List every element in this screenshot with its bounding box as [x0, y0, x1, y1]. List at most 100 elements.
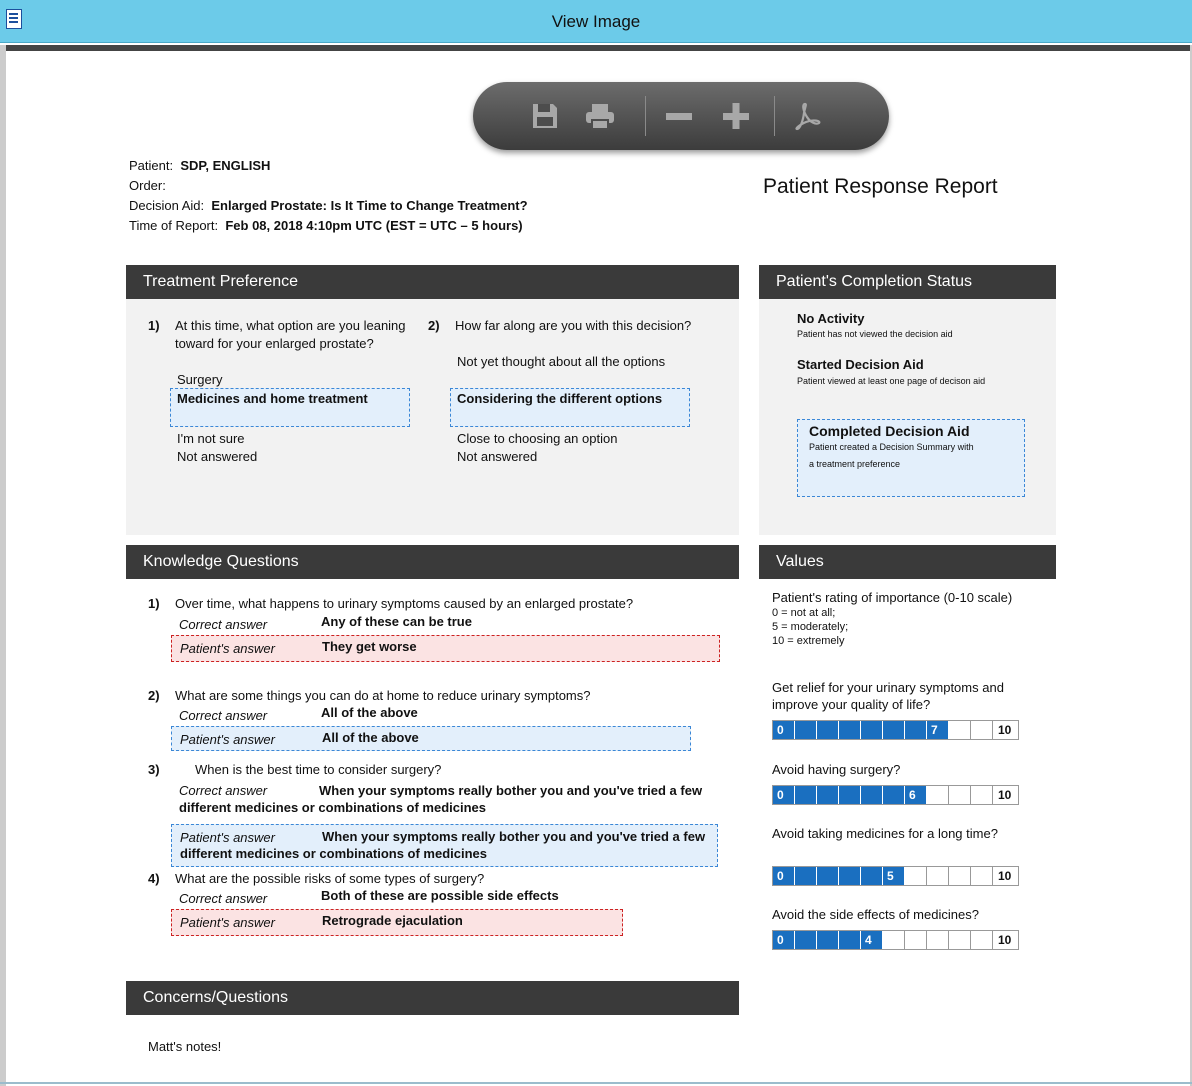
report-header: Patient: SDP, ENGLISH Order: Decision Ai… [129, 156, 528, 236]
rating-cell: 5 [883, 867, 905, 885]
question-number: 3) [148, 762, 160, 777]
status-started: Started Decision Aid Patient viewed at l… [797, 357, 1022, 390]
rating-cell [861, 786, 883, 804]
rating-cell [971, 867, 993, 885]
patient-answer-label: Patient's answer [180, 830, 275, 845]
option-not-answered: Not answered [457, 449, 538, 464]
knowledge-questions-header: Knowledge Questions [126, 545, 739, 579]
status-title: No Activity [797, 311, 865, 326]
rating-cell [949, 931, 971, 949]
save-button[interactable] [527, 99, 563, 133]
toolbar-separator [645, 96, 646, 136]
option-not-yet: Not yet thought about all the options [457, 354, 666, 369]
image-toolbar [473, 82, 889, 150]
time-label: Time of Report: [129, 218, 219, 233]
rating-cell: 4 [861, 931, 883, 949]
rating-cell [795, 721, 817, 739]
concerns-header: Concerns/Questions [126, 981, 739, 1015]
rating-cell [949, 867, 971, 885]
decision-aid-label: Decision Aid: [129, 198, 205, 213]
values-intro-text: Patient's rating of importance (0-10 sca… [772, 590, 1013, 605]
rating-cell [927, 786, 949, 804]
patient-answer-row: Patient's answer They get worse [171, 635, 720, 662]
rating-cell: 0 [773, 786, 795, 804]
correct-answer-row: Correct answer Both of these are possibl… [171, 888, 738, 909]
patient-answer-label: Patient's answer [180, 641, 275, 656]
rating-cell [927, 931, 949, 949]
treatment-preference-header: Treatment Preference [126, 265, 739, 299]
values-legend-5: 5 = moderately; [772, 621, 849, 633]
rating-cell [861, 721, 883, 739]
selected-option: Medicines and home treatment [170, 388, 410, 427]
option-not-answered: Not answered [177, 449, 258, 464]
pdf-button[interactable] [789, 99, 825, 133]
rating-cell-max: 10 [998, 723, 1012, 737]
values-header: Values [759, 545, 1056, 579]
question-text: What are some things you can do at home … [175, 688, 591, 703]
rating-cell [817, 786, 839, 804]
status-no-activity: No Activity Patient has not viewed the d… [797, 311, 1027, 343]
question-number: 2) [428, 318, 440, 333]
knowledge-question-2: 2) What are some things you can do at ho… [148, 688, 738, 751]
rating-cell [817, 721, 839, 739]
zoom-in-button[interactable] [718, 99, 754, 133]
patient-answer-label: Patient's answer [180, 732, 275, 747]
patient-label: Patient: [129, 158, 174, 173]
question-number: 2) [148, 688, 160, 703]
print-icon [586, 104, 614, 130]
correct-answer-value: Both of these are possible side effects [321, 888, 559, 903]
correct-answer-label: Correct answer [179, 708, 268, 723]
completion-status-header: Patient's Completion Status [759, 265, 1056, 299]
value-question-3: Avoid taking medicines for a long time? [772, 826, 998, 841]
correct-answer-row: Correct answer All of the above [171, 705, 738, 726]
rating-cell [949, 721, 971, 739]
question-text: How far along are you with this decision… [455, 318, 692, 333]
rating-cell [817, 867, 839, 885]
status-desc: Patient has not viewed the decision aid [797, 329, 953, 339]
rating-cell [949, 786, 971, 804]
correct-answer-label: Correct answer [179, 783, 268, 798]
selected-option: Considering the different options [450, 388, 690, 427]
window-title-bar: View Image [0, 0, 1192, 43]
patient-answer-row: Patient's answer Retrograde ejaculation [171, 909, 623, 936]
patient-answer-value: All of the above [322, 730, 419, 745]
zoom-out-button[interactable] [661, 99, 697, 133]
rating-scale: 0 6 10 [772, 785, 1019, 805]
question-number: 4) [148, 871, 160, 886]
rating-cell: 6 [905, 786, 927, 804]
correct-answer-label: Correct answer [179, 891, 268, 906]
rating-cell-max: 10 [998, 869, 1012, 883]
rating-cell [839, 721, 861, 739]
rating-cell: 7 [927, 721, 949, 739]
order-label: Order: [129, 178, 166, 193]
knowledge-question-1: 1) Over time, what happens to urinary sy… [148, 596, 738, 662]
patient-answer-label: Patient's answer [180, 915, 275, 930]
plus-icon [723, 103, 749, 129]
correct-answer-row: Correct answer Any of these can be true [171, 614, 738, 635]
frame-bottom-border [0, 1082, 1192, 1084]
rating-cell [839, 786, 861, 804]
correct-answer-value: All of the above [321, 705, 418, 720]
question-number: 1) [148, 318, 160, 333]
print-button[interactable] [582, 99, 618, 133]
rating-cell [817, 931, 839, 949]
rating-cell-max: 10 [998, 933, 1012, 947]
value-question-1: Get relief for your urinary symptoms and… [772, 680, 1004, 712]
rating-cell [883, 786, 905, 804]
knowledge-question-4: 4) What are the possible risks of some t… [148, 871, 738, 936]
rating-cell [883, 931, 905, 949]
patient-answer-row: Patient's answer When your symptoms real… [171, 824, 718, 867]
rating-cell-max: 10 [998, 788, 1012, 802]
option-not-sure: I'm not sure [177, 431, 245, 446]
values-legend-0: 0 = not at all; [772, 607, 836, 619]
rating-cell [861, 867, 883, 885]
rating-cell [971, 786, 993, 804]
rating-cell [905, 867, 927, 885]
rating-cell [839, 867, 861, 885]
option-surgery: Surgery [177, 372, 223, 387]
rating-cell [795, 786, 817, 804]
status-desc: Patient viewed at least one page of deci… [797, 376, 986, 386]
values-intro: Patient's rating of importance (0-10 sca… [772, 590, 1032, 648]
decision-aid-value: Enlarged Prostate: Is It Time to Change … [211, 198, 528, 213]
rating-cell [905, 721, 927, 739]
